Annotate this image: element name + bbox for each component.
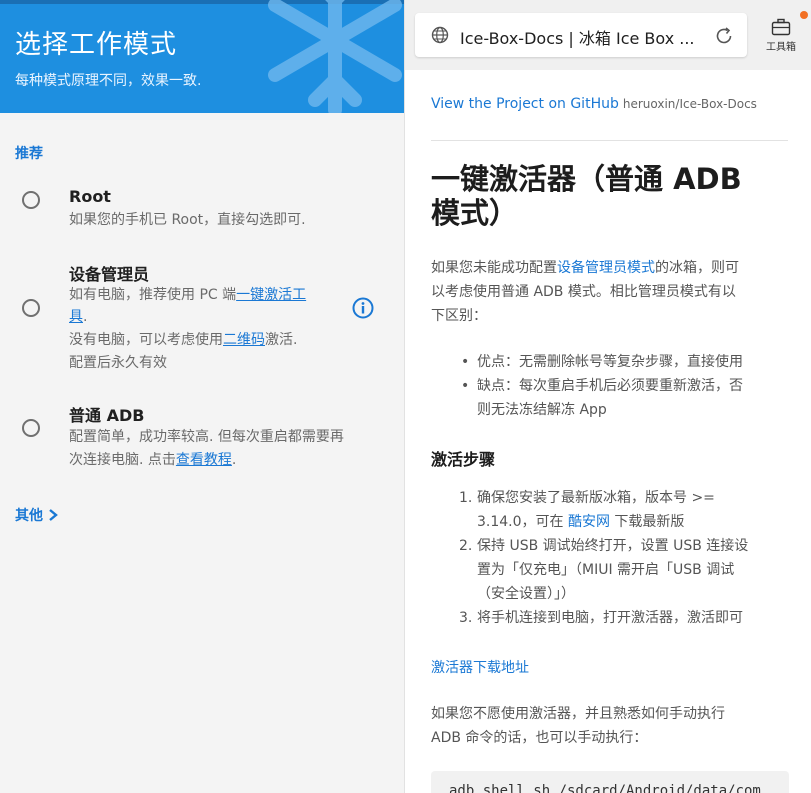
page-tab-title: Ice-Box-Docs | 冰箱 Ice Box ... [460, 29, 695, 48]
step-item: 1. 确保您安装了最新版冰箱，版本号 >= 3.14.0，可在 酷安网 下载最新… [459, 486, 789, 534]
list-item-continuation: 则无法冻结解冻 App [477, 402, 607, 418]
view-tutorial-link[interactable]: 查看教程 [176, 452, 232, 468]
description-text: 激活. [265, 332, 298, 348]
code-block[interactable]: adb shell sh /sdcard/Android/data/com [431, 771, 789, 793]
address-bar[interactable]: Ice-Box-Docs | 冰箱 Ice Box ... [415, 13, 747, 57]
step-item: 2. 保持 USB 调试始终打开，设置 USB 连接设 置为「仅充电」（MIUI… [459, 534, 789, 606]
intro-text: 的冰箱，则可 [655, 260, 739, 276]
option-description-line: 如有电脑，推荐使用 PC 端一键激活工 [69, 283, 306, 307]
steps-heading: 激活步骤 [431, 450, 496, 469]
other-modes-button[interactable]: 其他 [15, 505, 59, 525]
description-text: 次连接电脑. 点击 [69, 452, 176, 468]
qr-code-link[interactable]: 二维码 [223, 332, 265, 348]
step-number: 2. [459, 538, 473, 554]
option-title: Root [69, 187, 111, 206]
snowflake-decoration-icon [268, 0, 402, 113]
section-recommended: 推荐 [15, 146, 43, 162]
step-text-part: 下载最新版 [609, 514, 685, 530]
manual-line: 如果您不愿使用激活器，并且熟悉如何手动执行 [431, 706, 725, 722]
option-title: 设备管理员 [69, 265, 150, 284]
heading-line: 一键激活器（普通 ADB [431, 162, 742, 196]
page-title: 选择工作模式 [15, 30, 178, 60]
description-text: 没有电脑，可以考虑使用 [69, 332, 223, 348]
divider-line [431, 140, 788, 141]
list-item: 优点：无需删除帐号等复杂步骤，直接使用 [461, 350, 791, 374]
other-label: 其他 [15, 508, 43, 524]
chevron-right-icon [49, 509, 58, 521]
activator-download-link[interactable]: 激活器下载地址 [431, 657, 529, 677]
radio-device-admin[interactable] [22, 299, 40, 317]
intro-text: 如果您未能成功配置 [431, 260, 557, 276]
coolapk-link[interactable]: 酷安网 [568, 514, 610, 530]
description-text: . [231, 452, 237, 468]
one-click-activator-link[interactable]: 具 [69, 309, 83, 325]
step-number: 3. [459, 610, 473, 626]
description-text: . [83, 309, 88, 325]
option-title: 普通 ADB [69, 406, 145, 425]
toolbox-icon [771, 18, 791, 36]
list-item: 缺点：每次重启手机后必须要重新激活，否 [461, 374, 791, 398]
github-line: View the Project on GitHub heruoxin/Ice-B… [431, 96, 757, 112]
option-root[interactable]: Root 如果您的手机已 Root，直接勾选即可. [0, 180, 405, 240]
github-repo: heruoxin/Ice-Box-Docs [622, 97, 757, 111]
intro-line: 以考虑使用普通 ADB 模式。相比管理员模式有以 [431, 284, 736, 300]
radio-adb[interactable] [22, 419, 40, 437]
step-text: 将手机连接到电脑，打开激活器，激活即可 [477, 610, 743, 626]
manual-line: ADB 命令的话，也可以手动执行： [431, 730, 648, 746]
pros-cons-list: 优点：无需删除帐号等复杂步骤，直接使用 缺点：每次重启手机后必须要重新激活，否 … [461, 350, 791, 422]
toolbox-button[interactable]: 工具箱 [761, 14, 801, 58]
step-text: 3.14.0，可在 酷安网 下载最新版 [477, 510, 789, 534]
step-number: 1. [459, 490, 473, 506]
globe-icon [431, 26, 449, 44]
step-text-part: 3.14.0，可在 [477, 514, 568, 530]
reload-icon[interactable] [713, 25, 735, 47]
heading-line: 模式） [431, 196, 519, 230]
intro-line: 下区别： [431, 308, 487, 324]
option-description-line: 次连接电脑. 点击查看教程. [69, 448, 236, 472]
steps-list: 1. 确保您安装了最新版冰箱，版本号 >= 3.14.0，可在 酷安网 下载最新… [459, 486, 789, 630]
toolbox-label: 工具箱 [766, 42, 796, 53]
option-description-line: 没有电脑，可以考虑使用二维码激活. [69, 328, 297, 352]
device-admin-mode-link[interactable]: 设备管理员模式 [557, 260, 655, 276]
intro-line: 如果您未能成功配置设备管理员模式的冰箱，则可 [431, 256, 789, 280]
option-adb[interactable]: 普通 ADB 配置简单，成功率较高. 但每次重启都需要再 次连接电脑. 点击查看… [0, 395, 405, 475]
radio-root[interactable] [22, 191, 40, 209]
mode-selection-pane: 选择工作模式 每种模式原理不同，效果一致. 推荐 Root 如果您的手机已 Ro… [0, 0, 405, 793]
intro-paragraph: 如果您未能成功配置设备管理员模式的冰箱，则可 以考虑使用普通 ADB 模式。相比… [431, 256, 789, 328]
option-description-line: 配置后永久有效 [69, 355, 167, 371]
step-text: 保持 USB 调试始终打开，设置 USB 连接设 [477, 538, 749, 554]
description-text: 如有电脑，推荐使用 PC 端 [69, 287, 237, 303]
page-subtitle: 每种模式原理不同，效果一致. [15, 73, 202, 89]
doc-heading: 一键激活器（普通 ADB 模式） [431, 162, 781, 230]
option-description: 如果您的手机已 Root，直接勾选即可. [69, 212, 306, 228]
manual-paragraph: 如果您不愿使用激活器，并且熟悉如何手动执行 ADB 命令的话，也可以手动执行： [431, 702, 789, 750]
step-text: 确保您安装了最新版冰箱，版本号 >= [477, 490, 715, 506]
browser-pane: Ice-Box-Docs | 冰箱 Ice Box ... 工具箱 View t… [405, 0, 811, 793]
step-text: （安全设置）」） [477, 586, 575, 602]
notification-dot [800, 11, 808, 19]
option-description-line: 具. [69, 305, 87, 329]
github-link[interactable]: View the Project on GitHub [431, 96, 619, 112]
code-text: adb shell sh /sdcard/Android/data/com [449, 783, 761, 793]
step-text: 置为「仅充电」（MIUI 需开启「USB 调试 [477, 562, 735, 578]
header-banner: 选择工作模式 每种模式原理不同，效果一致. [0, 0, 405, 113]
one-click-activator-link[interactable]: 一键激活工 [236, 287, 306, 303]
option-device-admin[interactable]: 设备管理员 如有电脑，推荐使用 PC 端一键激活工 具. 没有电脑，可以考虑使用… [0, 255, 405, 380]
info-icon[interactable] [352, 297, 374, 319]
browser-toolbar: Ice-Box-Docs | 冰箱 Ice Box ... 工具箱 [405, 0, 811, 70]
option-description-line: 配置简单，成功率较高. 但每次重启都需要再 [69, 429, 344, 445]
step-item: 3. 将手机连接到电脑，打开激活器，激活即可 [459, 606, 789, 630]
